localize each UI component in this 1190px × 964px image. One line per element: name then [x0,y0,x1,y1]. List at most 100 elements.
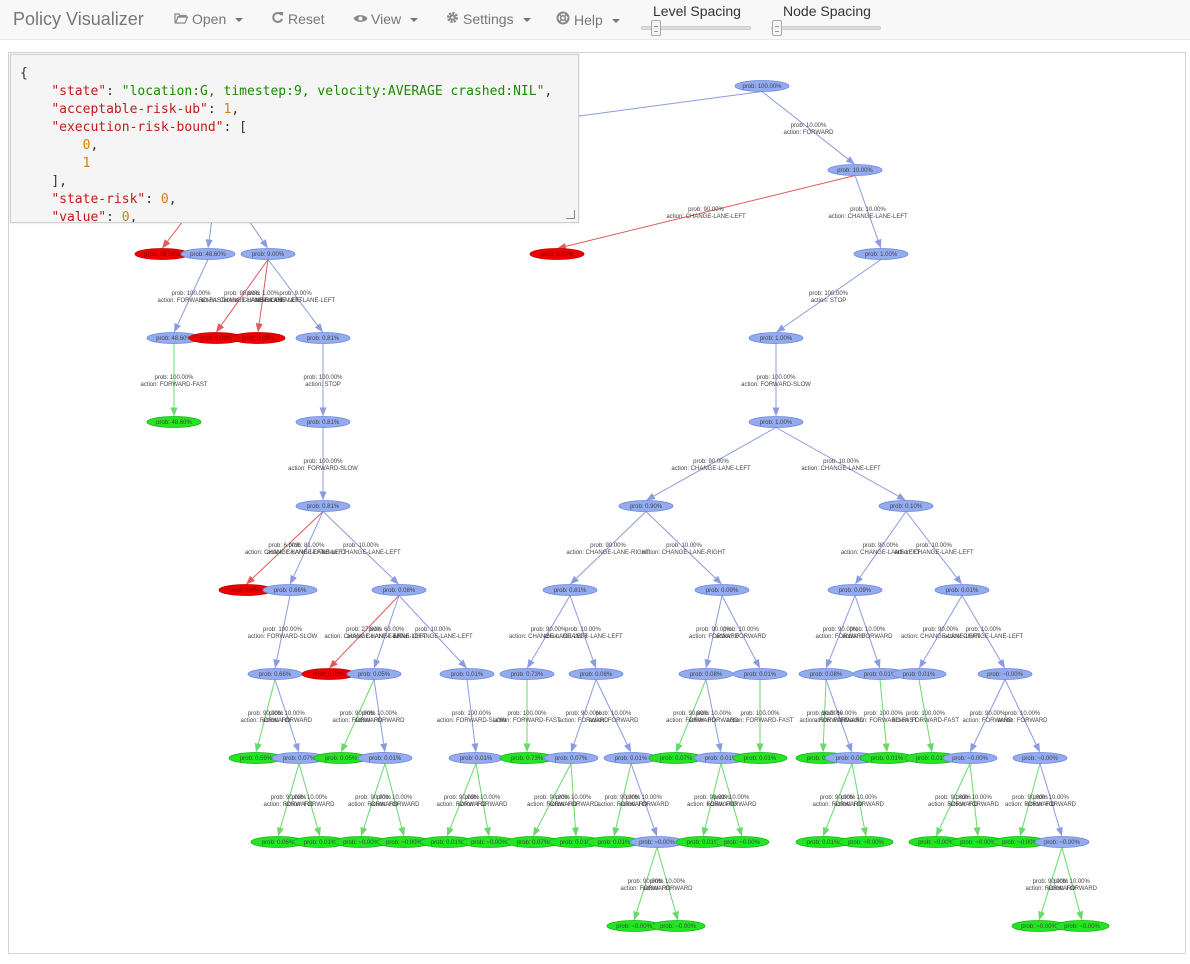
tree-node-green[interactable]: prob: ~0.00% [650,920,706,932]
tree-node-blue[interactable]: prob: ~0.00% [977,668,1033,680]
tree-node-blue[interactable]: prob: 0.81% [295,500,351,512]
node-detail-panel[interactable]: { "state": "location:G, timestep:9, velo… [10,54,579,223]
edge-arrowhead [314,826,321,837]
tree-node-blue[interactable]: prob: 0.08% [678,668,734,680]
tree-node-blue[interactable]: prob: ~0.00% [1012,752,1068,764]
edge-arrowhead [953,575,962,585]
node-label: prob: 9.00% [541,252,574,258]
tree-node-blue[interactable]: prob: 1.00% [853,248,909,260]
tree-node-blue[interactable]: prob: 0.08% [568,668,624,680]
json-value-acceptable-risk-ub: 1 [223,102,232,117]
edge-arrowhead [623,742,631,753]
tree-node-blue[interactable]: prob: 0.01% [934,584,990,596]
edge-label-action: action: FORWARD [369,802,420,808]
edge-label-action: action: CHANGE-LANE-LEFT [801,466,881,472]
edge-label-prob: prob: 10.00% [565,627,601,633]
tree-node-blue[interactable]: prob: 100.00% [734,80,790,92]
edge-arrowhead [471,743,479,753]
edge-arrowhead [1076,910,1083,921]
node-label: prob: 0.01% [598,840,631,846]
tree-node-blue[interactable]: prob: 0.01% [448,752,504,764]
edge-label-prob: prob: 10.00% [1033,795,1069,801]
node-label: prob: 48.60% [156,336,192,342]
node-label: prob: 0.06% [262,840,295,846]
edge-arrowhead [373,658,381,669]
tree-node-blue[interactable]: prob: 0.08% [371,584,427,596]
tree-node-blue[interactable]: prob: 0.73% [499,668,555,680]
node-label: prob: 0.01% [304,840,337,846]
node-json: { "state": "location:G, timestep:9, velo… [20,66,553,223]
tree-node-green[interactable]: prob: ~0.00% [838,836,894,848]
edge-arrowhead [874,238,882,249]
node-label: prob: ~0.00% [952,756,989,762]
edge-arrowhead [314,323,323,333]
edge-arrowhead [860,827,868,837]
edge-label-prob: prob: 90.00% [693,459,729,465]
tree-node-blue[interactable]: prob: 0.01% [439,668,495,680]
node-label: prob: ~0.00% [1022,756,1059,762]
tree-node-blue[interactable]: prob: 0.09% [694,584,750,596]
tree-node-blue[interactable]: prob: 0.66% [262,584,318,596]
node-label: prob: ~0.00% [386,840,423,846]
tree-node-green[interactable]: prob: ~0.00% [714,836,770,848]
edge-label-prob: prob: 10.00% [596,711,632,717]
node-label: prob: 0.66% [259,672,292,678]
tree-node-blue[interactable]: prob: 0.01% [891,668,947,680]
tree-node-blue[interactable]: prob: 1.00% [748,332,804,344]
edge-arrowhead [772,407,780,417]
tree-node-red[interactable]: prob: 9.00% [529,248,585,260]
edge-arrowhead [873,658,881,669]
edge-label-prob: prob: 63.00% [369,627,405,633]
edge-arrowhead [672,910,679,921]
tree-node-blue[interactable]: prob: 9.00% [240,248,296,260]
tree-node-blue[interactable]: prob: 0.07% [543,752,599,764]
edge-label-prob: prob: 100.00% [864,711,904,717]
json-value-state-risk: 0 [160,192,169,207]
edge-arrowhead [919,658,927,669]
edge-label-action: action: FORWARD [354,718,405,724]
tree-node-blue[interactable]: prob: 0.01% [357,752,413,764]
tree-node-blue[interactable]: prob: 0.81% [295,332,351,344]
edge-arrowhead [823,826,830,837]
node-label: prob: 0.01% [744,756,777,762]
tree-node-green[interactable]: prob: 48.60% [146,416,202,428]
node-label: prob: 48.60% [156,420,192,426]
edge-arrowhead [855,575,864,585]
tree-node-blue[interactable]: prob: 0.10% [878,500,934,512]
tree-node-blue[interactable]: prob: 10.00% [827,164,883,176]
node-label: prob: 0.73% [511,756,544,762]
tree-node-blue[interactable]: prob: 0.05% [346,668,402,680]
edge-arrowhead [882,743,890,753]
edge-arrowhead [973,827,981,837]
tree-node-blue[interactable]: prob: 0.66% [247,668,303,680]
tree-node-blue[interactable]: prob: 0.08% [798,668,854,680]
node-label: prob: 0.01% [946,588,979,594]
tree-node-blue[interactable]: prob: 0.09% [827,584,883,596]
tree-node-blue[interactable]: prob: 0.01% [732,668,788,680]
tree-node-blue[interactable]: prob: ~0.00% [942,752,998,764]
tree-node-blue[interactable]: prob: 48.60% [180,248,236,260]
tree-node-green[interactable]: prob: 0.01% [732,752,788,764]
edge-label-action: action: FORWARD-FAST [493,718,560,724]
node-label: prob: 1.00% [760,420,793,426]
tree-node-green[interactable]: prob: ~0.00% [1054,920,1110,932]
node-label: prob: 0.73% [511,672,544,678]
tree-node-blue[interactable]: prob: 0.81% [295,416,351,428]
resize-handle[interactable] [566,210,575,219]
edge-label-prob: prob: 10.00% [823,459,859,465]
tree-node-blue[interactable]: prob: 1.00% [748,416,804,428]
edge-arrowhead [704,658,712,669]
tree-node-blue[interactable]: prob: 0.90% [618,500,674,512]
node-label: prob: ~0.00% [1064,924,1101,930]
tree-node-blue[interactable]: prob: 0.81% [542,584,598,596]
edge-arrowhead [715,742,723,753]
json-value-value: 0 [121,210,130,223]
edge-arrowhead [447,826,454,837]
node-label: prob: 8.09% [200,336,233,342]
edge-label-action: action: FORWARD [457,802,508,808]
tree-node-blue[interactable]: prob: ~0.00% [1034,836,1090,848]
edge-arrowhead [380,743,388,753]
node-label: prob: 0.01% [903,672,936,678]
edge-label-action: action: FORWARD-SLOW [741,382,811,388]
tree-node-red[interactable]: prob: 0.09% [230,332,286,344]
